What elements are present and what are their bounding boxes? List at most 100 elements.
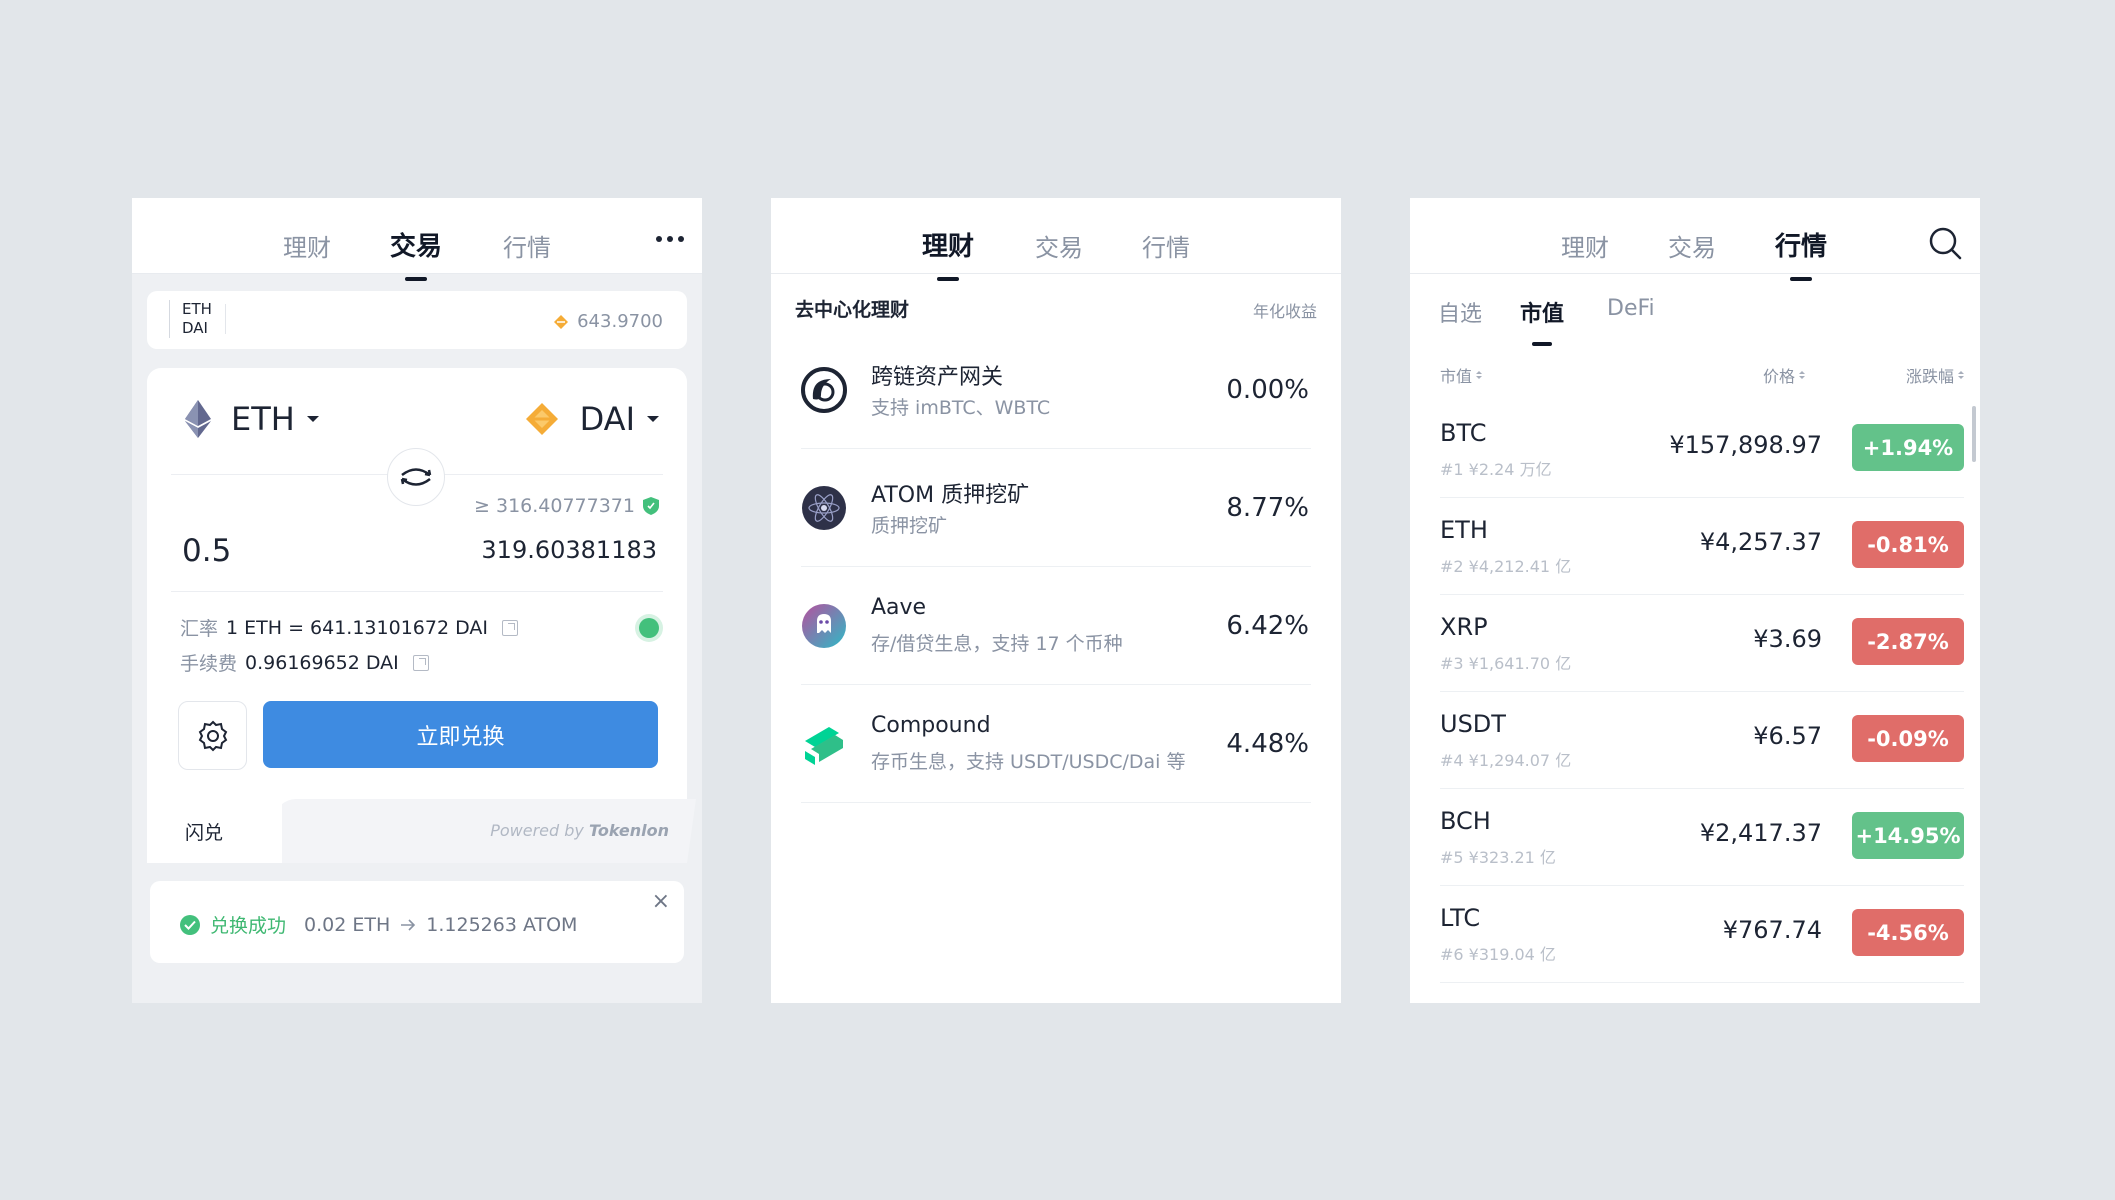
rate-value: 1 ETH = 641.13101672 DAI <box>226 616 488 639</box>
min-receive-value: ≥ 316.40777371 <box>474 495 635 517</box>
external-link-icon[interactable] <box>412 654 429 671</box>
table-row[interactable]: BTC #1 ¥2.24 万亿 ¥157,898.97 +1.94% <box>1410 401 1980 498</box>
tab-market[interactable]: 行情 <box>1775 226 1827 281</box>
item-name: 跨链资产网关 <box>871 365 1004 390</box>
section-annual-yield-label: 年化收益 <box>1252 302 1317 321</box>
column-header-cap-label: 市值 <box>1440 367 1473 386</box>
tab-trade[interactable]: 交易 <box>1668 228 1716 263</box>
chevron-down-icon <box>647 416 659 422</box>
top-nav: 理财 交易 行情 <box>132 198 702 281</box>
toast-from-amount: 0.02 ETH <box>304 913 391 936</box>
column-header-change-label: 涨跌幅 <box>1905 367 1954 386</box>
coin-symbol: USDT <box>1440 710 1506 738</box>
amount-input[interactable]: 0.5 <box>182 533 231 569</box>
subtab-defi[interactable]: DeFi <box>1607 296 1655 321</box>
fee-row: 手续费 0.96169652 DAI <box>180 649 429 676</box>
column-header-change[interactable]: 涨跌幅 <box>1906 363 1964 387</box>
coin-symbol: BTC <box>1440 419 1487 447</box>
coin-market-cap: #6 ¥319.04 亿 <box>1440 945 1556 964</box>
list-item[interactable]: ATOM 质押挖矿 质押挖矿 8.77% <box>801 449 1311 567</box>
sort-icon <box>1799 371 1806 379</box>
status-dot <box>639 618 659 638</box>
coin-market-cap: #5 ¥323.21 亿 <box>1440 848 1556 867</box>
item-name: Aave <box>871 595 927 620</box>
gear-icon <box>198 720 227 751</box>
table-row[interactable]: USDT #4 ¥1,294.07 亿 ¥6.57 -0.09% <box>1410 692 1980 789</box>
amount-output: 319.60381183 <box>481 536 657 564</box>
subtab-watchlist[interactable]: 自选 <box>1438 296 1482 328</box>
tab-market[interactable]: 行情 <box>503 228 551 263</box>
coin-market-cap: #3 ¥1,641.70 亿 <box>1440 654 1572 673</box>
subtab-market-cap[interactable]: 市值 <box>1520 296 1564 346</box>
swap-arrows-icon <box>400 468 432 486</box>
item-desc: 存币生息，支持 USDT/USDC/Dai 等 <box>871 751 1186 773</box>
coin-price: ¥767.74 <box>1722 916 1822 944</box>
tab-earn[interactable]: 理财 <box>283 228 331 263</box>
tab-earn[interactable]: 理财 <box>1561 228 1609 263</box>
coin-symbol: ETH <box>1440 516 1488 544</box>
check-circle-icon <box>180 914 200 935</box>
top-nav: 理财 交易 行情 <box>1410 198 1980 281</box>
swap-toast: 兑换成功 0.02 ETH 1.125263 ATOM × <box>150 881 684 963</box>
tab-trade[interactable]: 交易 <box>1035 228 1083 263</box>
pair-price-value: 643.9700 <box>577 311 663 332</box>
tab-trade[interactable]: 交易 <box>390 226 442 281</box>
sort-icon <box>1958 371 1964 379</box>
list-item[interactable]: 跨链资产网关 支持 imBTC、WBTC 0.00% <box>801 331 1311 449</box>
to-token-select[interactable]: DAI <box>524 400 659 438</box>
table-row[interactable]: XRP #3 ¥1,641.70 亿 ¥3.69 -2.87% <box>1410 595 1980 692</box>
more-icon[interactable] <box>656 236 684 242</box>
list-item[interactable]: Aave 存/借贷生息，支持 17 个币种 6.42% <box>801 567 1311 685</box>
coin-price: ¥157,898.97 <box>1669 431 1822 459</box>
column-header-price-label: 价格 <box>1763 367 1796 386</box>
price-change-badge[interactable]: -0.81% <box>1852 521 1964 568</box>
price-change-badge[interactable]: +14.95% <box>1852 812 1964 859</box>
arrow-right-icon <box>401 918 416 931</box>
toast-status: 兑换成功 <box>210 915 287 937</box>
divider <box>171 591 663 592</box>
price-change-badge[interactable]: +1.94% <box>1852 424 1964 471</box>
eth-icon <box>185 400 211 438</box>
chevron-down-icon <box>306 416 319 422</box>
switch-direction-button[interactable] <box>387 448 445 506</box>
item-desc: 支持 imBTC、WBTC <box>871 397 1051 419</box>
column-header-price[interactable]: 价格 <box>1763 363 1806 387</box>
toast-to-amount: 1.125263 ATOM <box>426 913 578 936</box>
price-change-badge[interactable]: -2.87% <box>1852 618 1964 665</box>
table-row[interactable]: ETH #2 ¥4,212.41 亿 ¥4,257.37 -0.81% <box>1410 498 1980 595</box>
min-receive: ≥ 316.40777371 <box>474 495 659 517</box>
aave-icon <box>802 604 846 648</box>
close-icon[interactable]: × <box>652 889 670 914</box>
to-token-label: DAI <box>579 400 635 438</box>
dai-icon <box>525 403 558 435</box>
table-row[interactable]: LTC #6 ¥319.04 亿 ¥767.74 -4.56% <box>1410 886 1980 983</box>
coin-market-cap: #4 ¥1,294.07 亿 <box>1440 751 1572 770</box>
toast-content: 兑换成功 0.02 ETH 1.125263 ATOM <box>180 911 577 938</box>
list-item[interactable]: Compound 存币生息，支持 USDT/USDC/Dai 等 4.48% <box>801 685 1311 803</box>
item-rate: 0.00% <box>1226 375 1309 405</box>
fee-value: 0.96169652 DAI <box>245 651 399 674</box>
coin-symbol: LTC <box>1440 904 1481 932</box>
price-change-badge[interactable]: -4.56% <box>1852 909 1964 956</box>
settings-button[interactable] <box>178 701 247 770</box>
tab-flash-swap[interactable]: 闪兑 <box>147 799 282 863</box>
search-icon[interactable] <box>1928 226 1962 260</box>
scrollbar[interactable] <box>1972 406 1976 462</box>
item-desc: 存/借贷生息，支持 17 个币种 <box>871 633 1123 655</box>
sort-icon <box>1476 371 1483 379</box>
external-link-icon[interactable] <box>502 619 518 636</box>
item-rate: 6.42% <box>1226 611 1309 641</box>
tab-market[interactable]: 行情 <box>1142 228 1190 263</box>
coin-price: ¥6.57 <box>1753 722 1822 750</box>
coin-symbol: XRP <box>1440 613 1488 641</box>
coin-market-cap: #1 ¥2.24 万亿 <box>1440 460 1552 479</box>
column-header-cap[interactable]: 市值 <box>1440 363 1483 387</box>
powered-by-brand: Tokenlon <box>588 821 669 840</box>
swap-now-button[interactable]: 立即兑换 <box>263 701 658 768</box>
from-token-select[interactable]: ETH <box>185 400 319 438</box>
tab-earn[interactable]: 理财 <box>922 226 974 281</box>
pair-bar[interactable]: ETH DAI 643.9700 <box>147 291 687 349</box>
powered-by: Powered by Tokenlon <box>490 821 669 840</box>
price-change-badge[interactable]: -0.09% <box>1852 715 1964 762</box>
table-row[interactable]: BCH #5 ¥323.21 亿 ¥2,417.37 +14.95% <box>1410 789 1980 886</box>
